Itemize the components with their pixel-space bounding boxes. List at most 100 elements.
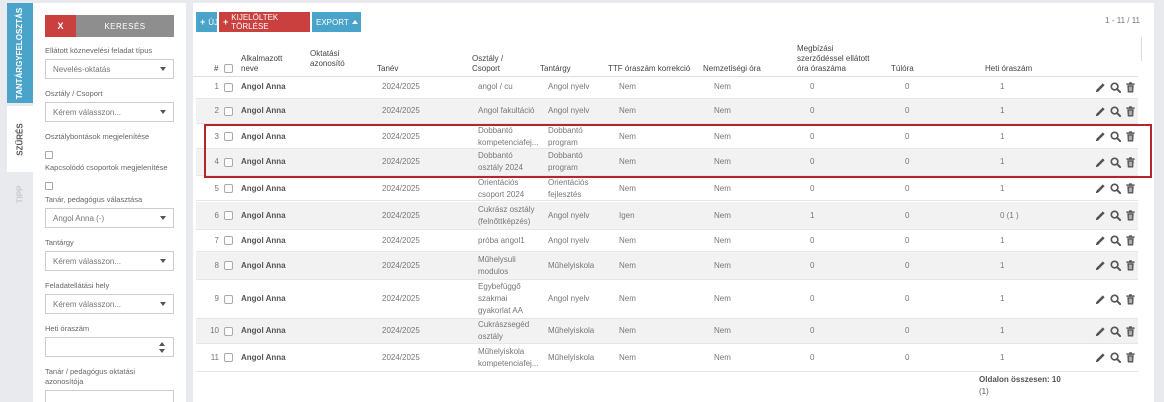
vertical-tabs: TANTÁRGYFELOSZTÁS SZŰRÉS TIPP	[7, 0, 33, 402]
class-label: Osztály / Csoport	[45, 89, 103, 98]
col-ethnic[interactable]: Nemzetiségi óra	[703, 64, 761, 74]
col-employee[interactable]: Alkalmazott neve	[241, 54, 282, 74]
pencil-icon[interactable]	[1095, 82, 1106, 93]
table-row[interactable]: 6 Angol Anna 2024/2025 Cukrász osztály (feln…	[196, 202, 1138, 230]
employee-name: Angol Anna	[241, 294, 286, 303]
row-checkbox[interactable]	[224, 211, 233, 220]
stepper-down-icon[interactable]	[159, 349, 165, 353]
table-row[interactable]: 8 Angol Anna 2024/2025 Műhelysuli modulos Műh…	[196, 252, 1138, 280]
trash-icon[interactable]	[1125, 210, 1136, 221]
col-subject[interactable]: Tantárgy	[540, 64, 571, 74]
pencil-icon[interactable]	[1095, 210, 1106, 221]
task-type-label: Ellátott köznevelési feladat típus	[45, 46, 153, 55]
row-index: 6	[214, 210, 219, 220]
overtime: 0	[905, 183, 910, 193]
table-row[interactable]: 1 Angol Anna 2024/2025 angol / cu Angol nyel…	[196, 76, 1138, 99]
search-icon[interactable]	[1110, 210, 1121, 221]
row-checkbox[interactable]	[224, 261, 233, 270]
search-icon[interactable]	[1110, 105, 1121, 117]
col-class[interactable]: Osztály / Csoport	[472, 54, 503, 74]
show-splits-checkbox[interactable]	[45, 151, 53, 159]
subject-select[interactable]: Kérem válasszon...	[45, 251, 174, 271]
employee-name: Angol Anna	[241, 352, 286, 362]
col-edu-id[interactable]: Oktatási azonosító	[310, 49, 345, 69]
row-checkbox[interactable]	[224, 82, 233, 92]
chevron-down-icon	[160, 302, 166, 306]
school-year: 2024/2025	[382, 210, 420, 220]
table-row[interactable]: 10 Angol Anna 2024/2025 Cukrászsegéd osztály…	[196, 319, 1138, 344]
col-overtime[interactable]: Túlóra	[891, 64, 914, 74]
row-checkbox[interactable]	[224, 353, 233, 362]
clear-filter-button[interactable]: X	[45, 15, 76, 37]
class-group: Cukrászsegéd osztály	[478, 320, 530, 341]
pencil-icon[interactable]	[1095, 235, 1106, 246]
table-row[interactable]: 2 Angol Anna 2024/2025 Angol fakultáció Ango…	[196, 99, 1138, 124]
pencil-icon[interactable]	[1095, 352, 1106, 363]
row-checkbox[interactable]	[224, 294, 233, 304]
teacher-id-input[interactable]	[45, 390, 174, 402]
overtime: 0	[905, 260, 910, 270]
table-row[interactable]: 7 Angol Anna 2024/2025 próba angol1 Angol ny…	[196, 230, 1138, 252]
table-row[interactable]: 11 Angol Anna 2024/2025 Műhelyiskola kompete…	[196, 344, 1138, 372]
delete-selected-button[interactable]: + KIJELÖLTEK TÖRLÉSE	[219, 12, 310, 32]
search-icon[interactable]	[1110, 352, 1121, 363]
search-button[interactable]: KERESÉS	[76, 15, 174, 37]
row-actions	[1095, 76, 1136, 98]
ethnic-hour: Nem	[714, 82, 731, 91]
chevron-down-icon	[160, 110, 166, 114]
tab-tantargyfelosztas[interactable]: TANTÁRGYFELOSZTÁS	[7, 3, 33, 103]
subject: Angol nyelv	[548, 210, 590, 220]
class-group: Egybefüggő szakmai gyakorlat AA	[478, 282, 523, 315]
weekly-hours-stepper[interactable]	[45, 337, 174, 357]
search-icon[interactable]	[1110, 235, 1121, 246]
pencil-icon[interactable]	[1095, 294, 1106, 305]
contract-hours: 0	[810, 106, 815, 115]
table-row[interactable]: 9 Angol Anna 2024/2025 Egybefüggő szakmai gya…	[196, 280, 1138, 319]
trash-icon[interactable]	[1125, 260, 1136, 271]
pencil-icon[interactable]	[1095, 326, 1106, 337]
trash-icon[interactable]	[1125, 325, 1136, 337]
trash-icon[interactable]	[1125, 293, 1136, 305]
tab-szures[interactable]: SZŰRÉS	[7, 106, 33, 172]
stepper-up-icon[interactable]	[159, 342, 165, 346]
col-contract[interactable]: Megbízási szerződéssel ellátott óra óraszá…	[797, 44, 869, 74]
location-select[interactable]: Kérem válasszon...	[45, 294, 174, 314]
search-icon[interactable]	[1110, 293, 1121, 305]
trash-icon[interactable]	[1125, 105, 1136, 117]
row-index: 5	[214, 183, 219, 193]
subject: Műhelyiskola	[548, 326, 595, 335]
subject: Angol nyelv	[548, 106, 590, 115]
pencil-icon[interactable]	[1095, 260, 1106, 271]
trash-icon[interactable]	[1125, 81, 1136, 93]
employee-name: Angol Anna	[241, 260, 286, 270]
row-checkbox[interactable]	[224, 106, 233, 116]
pencil-icon[interactable]	[1095, 183, 1106, 194]
col-ttf[interactable]: TTF óraszám korrekció	[608, 64, 690, 74]
export-button[interactable]: EXPORT	[312, 12, 361, 32]
search-icon[interactable]	[1110, 81, 1121, 93]
class-select[interactable]: Kérem válasszon...	[45, 102, 174, 122]
pager-info: 1 - 11 / 11	[1105, 16, 1140, 25]
trash-icon[interactable]	[1125, 235, 1136, 246]
select-all-checkbox[interactable]	[224, 64, 233, 73]
row-checkbox[interactable]	[224, 326, 233, 336]
trash-icon[interactable]	[1125, 183, 1136, 194]
row-checkbox[interactable]	[224, 184, 233, 193]
search-icon[interactable]	[1110, 325, 1121, 337]
chevron-down-icon	[160, 216, 166, 220]
teacher-select[interactable]: Angol Anna (-)	[45, 208, 174, 228]
task-type-select[interactable]: Nevelés-oktatás	[45, 59, 174, 79]
row-checkbox[interactable]	[224, 236, 233, 245]
tab-tipp[interactable]: TIPP	[7, 174, 33, 214]
col-weekly[interactable]: Heti óraszám	[985, 64, 1032, 74]
table-row[interactable]: 5 Angol Anna 2024/2025 Orientációs csoport 2…	[196, 177, 1138, 201]
contract-hours: 0	[810, 235, 815, 245]
school-year: 2024/2025	[382, 326, 420, 335]
pencil-icon[interactable]	[1095, 106, 1106, 117]
col-year[interactable]: Tanév	[377, 64, 398, 74]
search-icon[interactable]	[1110, 183, 1121, 194]
new-button[interactable]: + ÚJ	[196, 12, 218, 32]
search-icon[interactable]	[1110, 260, 1121, 271]
trash-icon[interactable]	[1125, 352, 1136, 363]
show-linked-checkbox[interactable]	[45, 182, 53, 190]
